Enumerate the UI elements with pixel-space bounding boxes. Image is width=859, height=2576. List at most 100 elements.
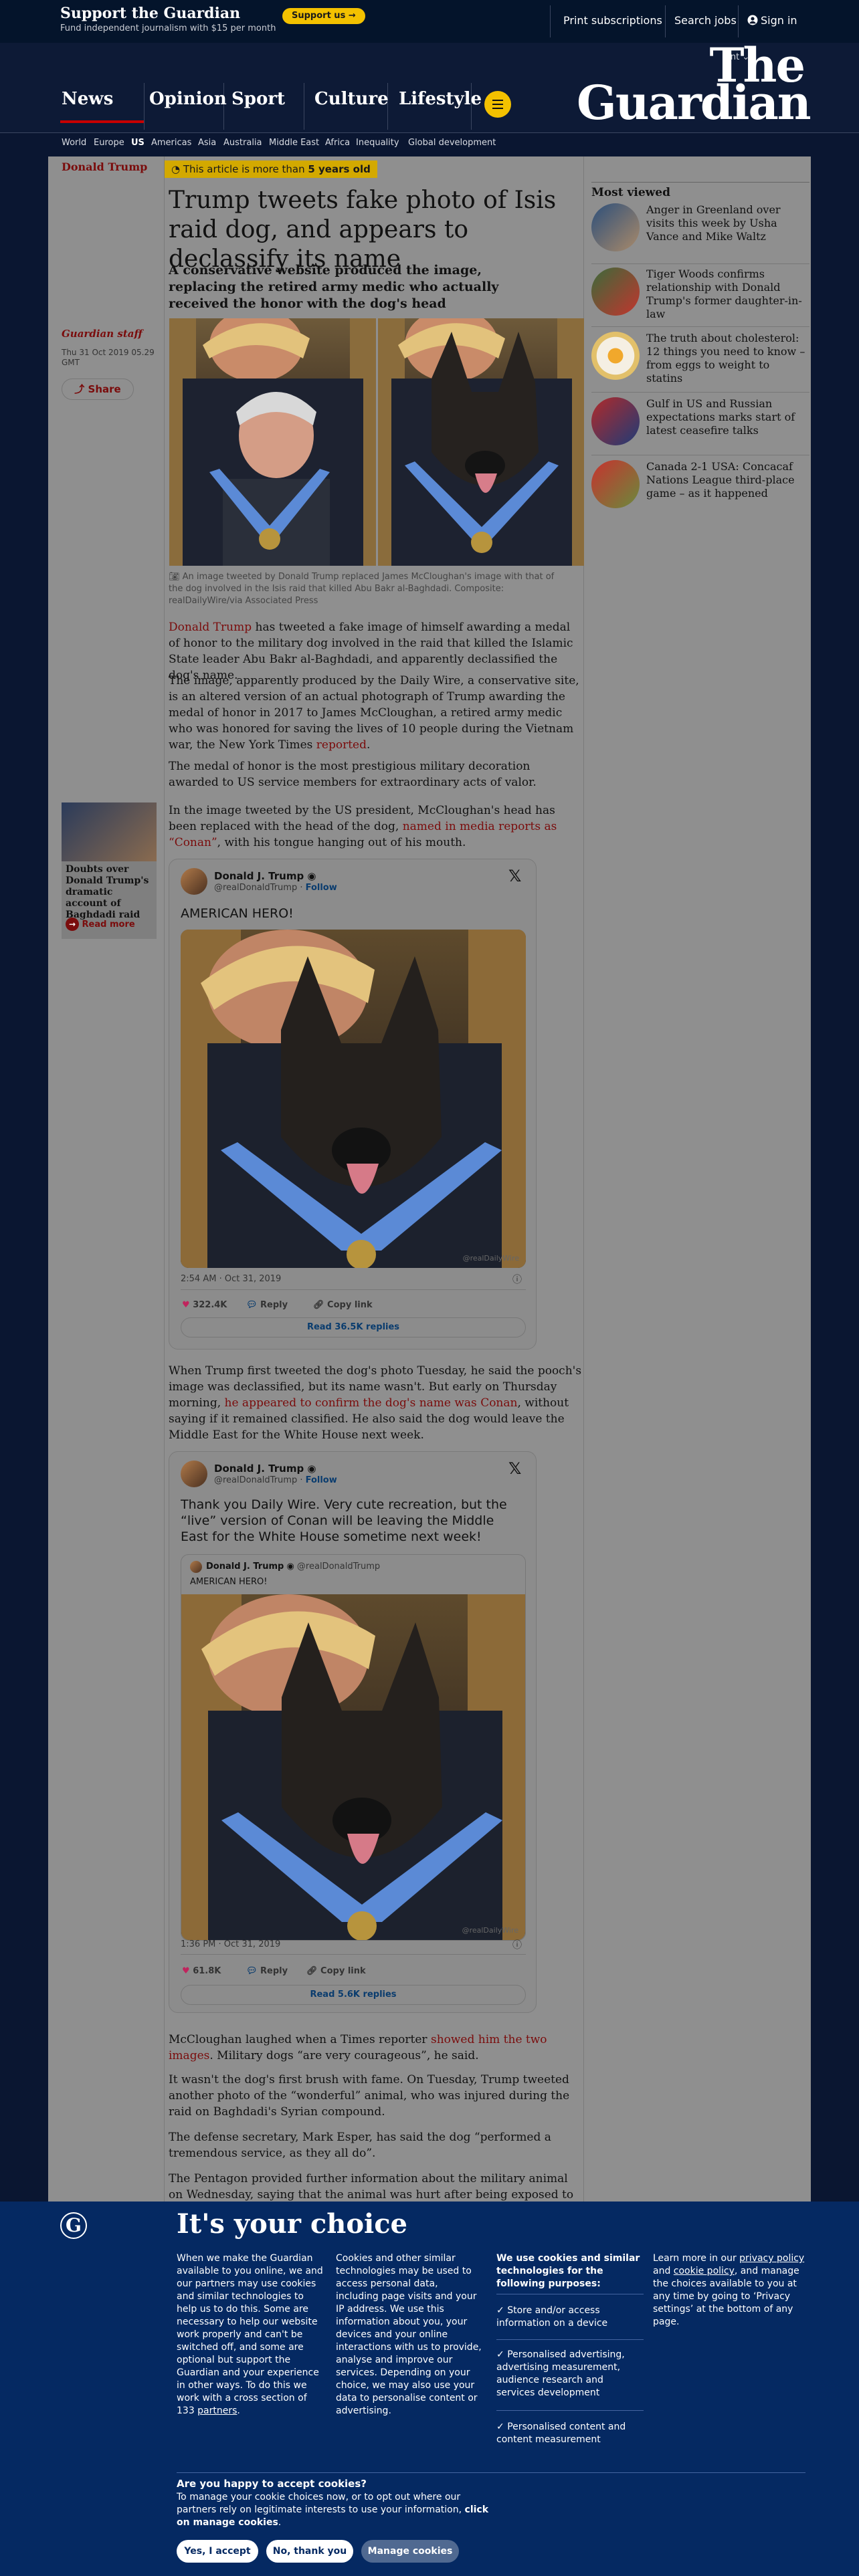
print-subscriptions-link[interactable]: Print subscriptions [563,13,662,28]
menu-icon[interactable] [484,91,511,118]
support-subtitle: Fund independent journalism with $15 per… [60,23,276,33]
onward-card-title[interactable]: Doubts over Donald Trump's dramatic acco… [66,864,154,921]
guardian-logo[interactable]: The Guardian [577,42,812,126]
x-logo-icon[interactable]: 𝕏 [508,1459,847,1478]
tweet-dog-image[interactable]: @realDailyWire [181,930,526,1268]
image-caption: 📷︎ An image tweeted by Donald Trump repl… [169,571,570,607]
subnav-australia[interactable]: Australia [223,136,262,150]
checkmark-icon: ✓ [496,2305,504,2316]
sign-in-link[interactable]: Sign in [761,13,797,28]
link-donald-trump[interactable]: Donald Trump [169,621,252,634]
divider [591,263,809,264]
avatar [190,1561,202,1573]
like-button[interactable]: ♥ 322.4K [182,1300,227,1310]
onward-card-image [62,802,157,861]
info-icon[interactable]: ⓘ [512,1938,522,1951]
subnav-europe[interactable]: Europe [94,136,124,150]
tweet-timestamp[interactable]: 1:36 PM · Oct 31, 2019 [181,1939,280,1949]
like-count: 322.4K [193,1300,227,1310]
most-viewed-item[interactable]: Canada 2-1 USA: Concacaf Nations League … [591,460,809,516]
tweet-author-handle: @realDonaldTrump · Follow [214,1475,337,1485]
divider [144,83,145,130]
pillar-lifestyle[interactable]: Lifestyle [399,88,482,110]
purpose-label: Store and/or access information on a dev… [496,2305,608,2329]
photo-trump-dog [378,318,584,566]
subnav-americas[interactable]: Americas [151,136,191,150]
tweet-author-name[interactable]: Donald J. Trump ◉ [214,870,316,882]
cookie-text: and [653,2266,674,2276]
most-viewed-item[interactable]: Tiger Woods confirms relationship with D… [591,267,809,324]
pillar-news[interactable]: News [62,88,113,110]
follow-button[interactable]: Follow [306,883,337,893]
tweet-author-name[interactable]: Donald J. Trump ◉ [214,1463,316,1475]
privacy-policy-link[interactable]: privacy policy [739,2253,804,2264]
divider [164,156,165,2309]
subnav-middle-east[interactable]: Middle East [269,136,319,150]
article-age-badge: ◔ This article is more than 5 years old [165,160,377,178]
copy-link-button[interactable]: 🔗︎ Copy link [306,1966,366,1976]
thumbnail [591,203,640,251]
divider [591,182,809,183]
thumbnail [591,460,640,508]
paragraph-5: When Trump first tweeted the dog's photo… [169,1363,583,1443]
pillar-sport[interactable]: Sport [231,88,285,110]
reply-button[interactable]: 💬︎ Reply [246,1966,288,1976]
cookie-text-col-2: Cookies and other similar technologies m… [336,2253,482,2416]
link-icon: 🔗︎ [306,1966,318,1976]
divider [550,5,551,37]
subnav-africa[interactable]: Africa [325,136,350,150]
share-button[interactable]: ⤴ Share [62,379,134,400]
subnav-us[interactable]: US [131,136,145,150]
accept-cookies-button[interactable]: Yes, I accept [177,2540,258,2563]
share-label: Share [88,383,121,395]
x-logo-icon[interactable]: 𝕏 [508,867,847,885]
thumbnail [591,397,640,445]
support-us-button[interactable]: Support us → [282,8,365,24]
paragraph-3: The medal of honor is the most prestigio… [169,760,537,789]
divider [738,5,739,37]
read-replies-button[interactable]: Read 36.5K replies [181,1317,526,1337]
thumbnail [591,267,640,316]
divider [665,5,666,37]
divider [496,2410,644,2411]
support-title: Support the Guardian [60,5,241,22]
most-viewed-item[interactable]: Anger in Greenland over visits this week… [591,203,809,259]
paragraph-text: McCloughan laughed when a Times reporter [169,2033,431,2046]
most-viewed-item[interactable]: The truth about cholesterol: 12 things y… [591,332,809,401]
byline[interactable]: Guardian staff [62,328,142,340]
verified-icon: ◉ [307,1463,316,1475]
reply-icon: 💬︎ [246,1966,258,1976]
reply-button[interactable]: 💬︎ Reply [246,1300,288,1310]
user-icon [747,15,758,25]
subnav-world[interactable]: World [62,136,86,150]
reply-label: Reply [260,1966,288,1976]
read-replies-button[interactable]: Read 5.6K replies [181,1985,526,2005]
tweet-timestamp[interactable]: 2:54 AM · Oct 31, 2019 [181,1274,281,1284]
image-watermark: @realDailyWire [462,1254,519,1263]
copy-link-button[interactable]: 🔗︎ Copy link [313,1300,373,1310]
purpose-label: Personalised advertising, advertising me… [496,2349,625,2398]
read-more-label: Read more [82,920,135,930]
read-more-link[interactable]: → Read more [66,918,135,931]
link-confirm-conan[interactable]: he appeared to confirm the dog's name wa… [225,1396,518,1410]
manage-cookies-button[interactable]: Manage cookies [361,2540,459,2563]
partners-link[interactable]: partners [197,2405,237,2416]
link-reported[interactable]: reported [316,738,367,752]
paragraph-7: It wasn't the dog's first brush with fam… [169,2073,570,2119]
subnav-inequality[interactable]: Inequality [356,136,399,150]
cookie-policy-link[interactable]: cookie policy [674,2266,735,2276]
reject-cookies-button[interactable]: No, thank you [266,2540,353,2563]
like-button[interactable]: ♥ 61.8K [182,1966,221,1976]
purpose-item: ✓ Personalised content and content measu… [496,2421,644,2446]
pillar-opinion[interactable]: Opinion [149,88,227,110]
pillar-culture[interactable]: Culture [314,88,389,110]
quoted-tweet-dog-image[interactable]: @realDailyWire [181,1594,525,1940]
section-kicker[interactable]: Donald Trump [62,160,147,173]
subnav-global-development[interactable]: Global development [408,136,496,150]
search-jobs-link[interactable]: Search jobs [674,13,737,28]
info-icon[interactable]: ⓘ [512,1273,522,1286]
caption-text: An image tweeted by Donald Trump replace… [169,572,555,606]
follow-button[interactable]: Follow [306,1475,337,1485]
subnav-asia[interactable]: Asia [198,136,216,150]
most-viewed-item[interactable]: Gulf in US and Russian expectations mark… [591,397,809,453]
